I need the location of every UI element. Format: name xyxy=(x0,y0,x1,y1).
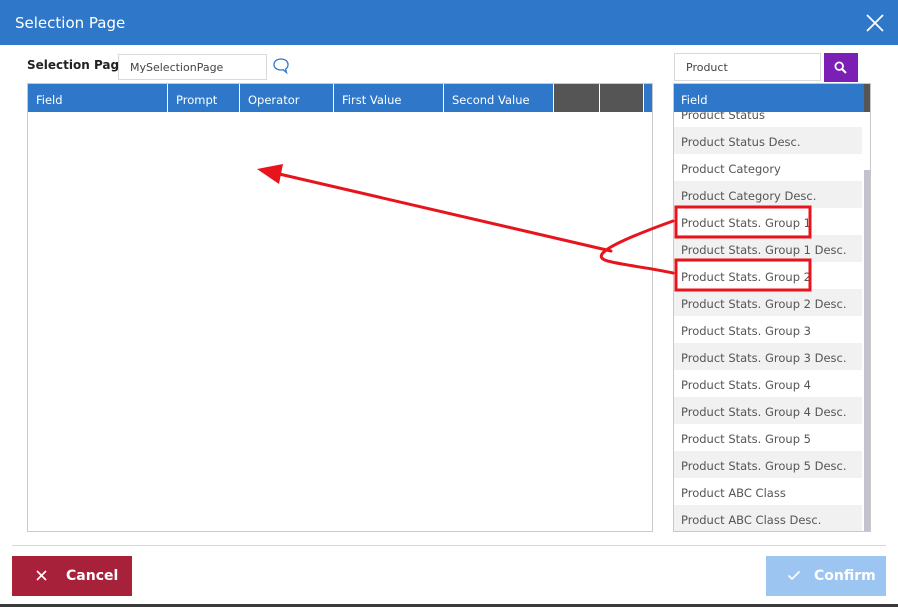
column-field[interactable]: Field xyxy=(28,84,168,112)
chat-bubble-icon[interactable] xyxy=(272,57,290,75)
field-item-product-stats-group-2-desc[interactable]: Product Stats. Group 2 Desc. xyxy=(674,289,862,316)
close-icon[interactable] xyxy=(864,12,886,34)
checkmark-icon xyxy=(787,570,801,581)
field-item-product-stats-group-1-desc[interactable]: Product Stats. Group 1 Desc. xyxy=(674,235,862,262)
field-item-product-category[interactable]: Product Category xyxy=(674,154,862,181)
confirm-button[interactable]: Confirm xyxy=(766,556,886,596)
column-operator[interactable]: Operator xyxy=(240,84,334,112)
field-item-product-status-desc[interactable]: Product Status Desc. xyxy=(674,127,862,154)
search-button[interactable] xyxy=(824,53,858,82)
window-title: Selection Page xyxy=(15,14,126,32)
confirm-button-label: Confirm xyxy=(814,568,876,584)
selection-grid[interactable]: Field Prompt Operator First Value Second… xyxy=(27,83,653,532)
selection-page-input[interactable] xyxy=(118,54,267,80)
column-second-value[interactable]: Second Value xyxy=(444,84,554,112)
footer-divider xyxy=(12,545,886,546)
field-search-input[interactable] xyxy=(674,53,821,81)
field-item-product-stats-group-3-desc[interactable]: Product Stats. Group 3 Desc. xyxy=(674,343,862,370)
scrollbar-thumb[interactable] xyxy=(864,170,870,531)
field-item-product-abc-class-desc[interactable]: Product ABC Class Desc. xyxy=(674,505,862,531)
cancel-button-label: Cancel xyxy=(66,568,119,584)
field-item-product-stats-group-1[interactable]: Product Stats. Group 1 xyxy=(674,208,862,235)
field-item-product-category-desc[interactable]: Product Category Desc. xyxy=(674,181,862,208)
field-item-product-abc-class[interactable]: Product ABC Class xyxy=(674,478,862,505)
search-icon xyxy=(834,61,847,74)
field-item-product-stats-group-2[interactable]: Product Stats. Group 2 xyxy=(674,262,862,289)
field-list[interactable]: Product Status Product Status Desc. Prod… xyxy=(674,100,862,531)
grid-header: Field Prompt Operator First Value Second… xyxy=(28,84,652,112)
field-item-product-stats-group-4-desc[interactable]: Product Stats. Group 4 Desc. xyxy=(674,397,862,424)
column-extra-2[interactable] xyxy=(600,84,644,112)
close-x-icon xyxy=(36,570,47,581)
field-item-product-stats-group-5[interactable]: Product Stats. Group 5 xyxy=(674,424,862,451)
cancel-button[interactable]: Cancel xyxy=(12,556,132,596)
field-list-header-corner xyxy=(864,84,870,112)
column-extra-1[interactable] xyxy=(554,84,600,112)
field-item-product-stats-group-3[interactable]: Product Stats. Group 3 xyxy=(674,316,862,343)
field-list-header[interactable]: Field xyxy=(674,84,864,112)
field-item-product-stats-group-5-desc[interactable]: Product Stats. Group 5 Desc. xyxy=(674,451,862,478)
column-first-value[interactable]: First Value xyxy=(334,84,444,112)
title-bar: Selection Page xyxy=(0,0,898,45)
selection-page-label: Selection Page: xyxy=(27,58,133,72)
field-list-panel[interactable]: Product Status Product Status Desc. Prod… xyxy=(673,83,871,532)
field-item-product-stats-group-4[interactable]: Product Stats. Group 4 xyxy=(674,370,862,397)
column-prompt[interactable]: Prompt xyxy=(168,84,240,112)
